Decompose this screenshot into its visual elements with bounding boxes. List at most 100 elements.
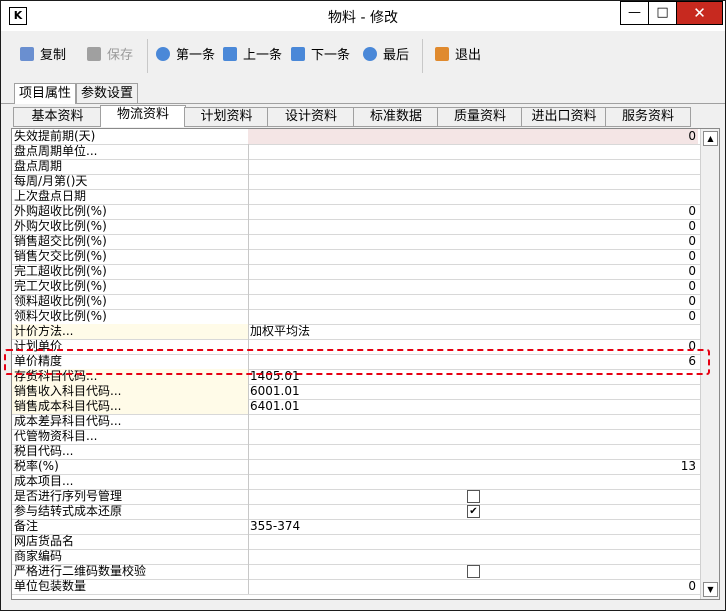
property-row[interactable]: 严格进行二维码数量校验 bbox=[12, 564, 700, 580]
property-row[interactable]: 外购超收比例(%) 0 bbox=[12, 204, 700, 220]
property-value[interactable]: ✔ bbox=[248, 504, 698, 519]
property-value-text: 0 bbox=[688, 129, 696, 143]
property-value[interactable]: 0 bbox=[248, 129, 698, 144]
property-row[interactable]: 领料超收比例(%) 0 bbox=[12, 294, 700, 310]
tab-service-info[interactable]: 服务资料 bbox=[605, 107, 691, 127]
property-row[interactable]: 销售欠交比例(%) 0 bbox=[12, 249, 700, 265]
save-icon bbox=[87, 47, 101, 61]
property-value[interactable] bbox=[248, 414, 698, 429]
scroll-down-icon[interactable]: ▼ bbox=[703, 582, 718, 597]
property-value[interactable]: 0 bbox=[248, 219, 698, 234]
property-row[interactable]: 是否进行序列号管理 bbox=[12, 489, 700, 505]
property-row[interactable]: 盘点周期单位... bbox=[12, 144, 700, 160]
property-value[interactable] bbox=[248, 189, 698, 204]
property-value[interactable] bbox=[248, 549, 698, 564]
tab-quality-info[interactable]: 质量资料 bbox=[437, 107, 523, 127]
property-value-text: 0 bbox=[688, 234, 696, 248]
property-value-text: 355-374 bbox=[250, 519, 301, 533]
property-value[interactable]: 0 bbox=[248, 204, 698, 219]
unchecked-checkbox-icon[interactable] bbox=[467, 490, 480, 503]
property-value[interactable]: 0 bbox=[248, 579, 698, 594]
checked-checkbox-icon[interactable]: ✔ bbox=[467, 505, 480, 518]
tab-import-export-info[interactable]: 进出口资料 bbox=[521, 107, 607, 127]
tab-standard-data[interactable]: 标准数据 bbox=[353, 107, 439, 127]
material-edit-window: K 物料 - 修改 — □ ✕ 复制 保存 第一条 上一条 下一条 最后 退出 … bbox=[0, 0, 726, 611]
property-row[interactable]: 计价方法... 加权平均法 bbox=[12, 324, 700, 340]
property-value[interactable]: 0 bbox=[248, 234, 698, 249]
property-value[interactable] bbox=[248, 489, 698, 504]
property-value[interactable] bbox=[248, 144, 698, 159]
property-row[interactable]: 备注 355-374 bbox=[12, 519, 700, 535]
property-value[interactable] bbox=[248, 564, 698, 579]
close-button[interactable]: ✕ bbox=[676, 1, 723, 25]
property-value[interactable] bbox=[248, 534, 698, 549]
save-button[interactable]: 保存 bbox=[87, 47, 133, 65]
property-value-text: 6001.01 bbox=[250, 384, 300, 398]
property-row[interactable]: 销售成本科目代码... 6401.01 bbox=[12, 399, 700, 415]
last-record-icon bbox=[363, 47, 377, 61]
property-value[interactable]: 0 bbox=[248, 249, 698, 264]
property-value[interactable] bbox=[248, 444, 698, 459]
property-row[interactable]: 失效提前期(天) 0 bbox=[12, 129, 700, 145]
property-label: 备注 bbox=[12, 519, 249, 534]
unchecked-checkbox-icon[interactable] bbox=[467, 565, 480, 578]
property-row[interactable]: 成本差异科目代码... bbox=[12, 414, 700, 430]
property-row[interactable]: 完工欠收比例(%) 0 bbox=[12, 279, 700, 295]
property-label: 完工欠收比例(%) bbox=[12, 279, 249, 294]
property-row[interactable]: 成本项目... bbox=[12, 474, 700, 490]
property-value[interactable] bbox=[248, 174, 698, 189]
tab-basic-info[interactable]: 基本资料 bbox=[13, 107, 102, 127]
unit-price-precision-highlight bbox=[4, 349, 710, 375]
toolbar-separator bbox=[422, 39, 423, 73]
property-value-text: 0 bbox=[688, 294, 696, 308]
tab-planning-info[interactable]: 计划资料 bbox=[184, 107, 269, 127]
copy-button[interactable]: 复制 bbox=[20, 47, 66, 65]
property-row[interactable]: 每周/月第()天 bbox=[12, 174, 700, 190]
property-row[interactable]: 外购欠收比例(%) 0 bbox=[12, 219, 700, 235]
property-value[interactable]: 13 bbox=[248, 459, 698, 474]
maximize-button[interactable]: □ bbox=[648, 1, 677, 25]
prev-record-button[interactable]: 上一条 bbox=[223, 47, 282, 65]
property-row[interactable]: 销售收入科目代码... 6001.01 bbox=[12, 384, 700, 400]
property-label: 成本项目... bbox=[12, 474, 249, 489]
property-value-text: 0 bbox=[688, 279, 696, 293]
tab-logistics-info[interactable]: 物流资料 bbox=[100, 105, 186, 127]
property-row[interactable]: 盘点周期 bbox=[12, 159, 700, 175]
property-row[interactable]: 完工超收比例(%) 0 bbox=[12, 264, 700, 280]
property-row[interactable]: 税目代码... bbox=[12, 444, 700, 460]
last-record-button[interactable]: 最后 bbox=[363, 47, 409, 65]
property-value[interactable]: 6001.01 bbox=[248, 384, 698, 399]
property-label: 商家编码 bbox=[12, 549, 249, 564]
property-row[interactable]: 参与结转式成本还原 ✔ bbox=[12, 504, 700, 520]
property-value[interactable]: 355-374 bbox=[248, 519, 698, 534]
property-label: 每周/月第()天 bbox=[12, 174, 249, 189]
property-row[interactable]: 上次盘点日期 bbox=[12, 189, 700, 205]
property-value[interactable] bbox=[248, 159, 698, 174]
property-row[interactable]: 税率(%) 13 bbox=[12, 459, 700, 475]
sub-tab-strip: 基本资料 物流资料 计划资料 设计资料 标准数据 质量资料 进出口资料 服务资料 bbox=[1, 105, 725, 127]
property-value[interactable]: 0 bbox=[248, 264, 698, 279]
property-value[interactable]: 0 bbox=[248, 294, 698, 309]
property-value[interactable] bbox=[248, 474, 698, 489]
property-value[interactable]: 0 bbox=[248, 309, 698, 324]
next-record-button[interactable]: 下一条 bbox=[291, 47, 350, 65]
property-row[interactable]: 网店货品名 bbox=[12, 534, 700, 550]
property-value[interactable]: 6401.01 bbox=[248, 399, 698, 414]
property-row[interactable]: 商家编码 bbox=[12, 549, 700, 565]
property-row[interactable]: 代管物资科目... bbox=[12, 429, 700, 445]
property-value[interactable]: 加权平均法 bbox=[248, 324, 698, 339]
property-row[interactable]: 销售超交比例(%) 0 bbox=[12, 234, 700, 250]
tab-parameter-settings[interactable]: 参数设置 bbox=[76, 83, 139, 103]
minimize-button[interactable]: — bbox=[620, 1, 649, 25]
property-value[interactable]: 0 bbox=[248, 279, 698, 294]
tab-item-properties[interactable]: 项目属性 bbox=[14, 83, 77, 104]
property-row[interactable]: 单位包装数量 0 bbox=[12, 579, 700, 595]
tab-design-info[interactable]: 设计资料 bbox=[267, 107, 355, 127]
exit-button[interactable]: 退出 bbox=[435, 47, 481, 65]
property-row[interactable]: 领料欠收比例(%) 0 bbox=[12, 309, 700, 325]
property-label: 销售欠交比例(%) bbox=[12, 249, 249, 264]
property-label: 销售成本科目代码... bbox=[12, 399, 249, 414]
first-record-button[interactable]: 第一条 bbox=[156, 47, 215, 65]
scroll-up-icon[interactable]: ▲ bbox=[703, 131, 718, 146]
property-value[interactable] bbox=[248, 429, 698, 444]
